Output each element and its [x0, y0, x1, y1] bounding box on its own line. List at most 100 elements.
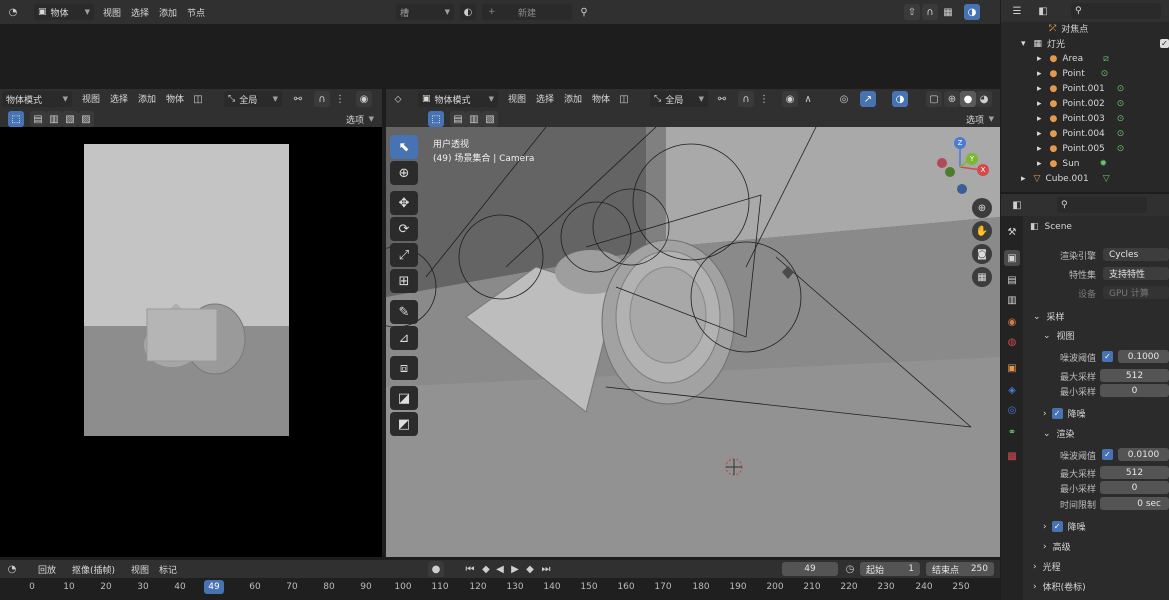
feature-set-dropdown[interactable]: 支持特性 [1103, 267, 1169, 280]
physics-tab-icon[interactable]: ◎ [1004, 402, 1020, 418]
xray-icon[interactable]: ▢ [926, 91, 942, 107]
device-dropdown[interactable]: GPU 计算 [1103, 286, 1169, 299]
shading-wireframe-icon[interactable]: ⊕ [944, 91, 960, 107]
outliner-item-sun[interactable]: ▸ ● Sun ✹ [1003, 156, 1107, 171]
viewport-max-samples-field[interactable]: 512 [1100, 369, 1169, 382]
menu-add[interactable]: 添加 [159, 0, 177, 24]
left-mode-toggle-icon[interactable]: ◫ [190, 91, 206, 107]
render-denoise-checkbox[interactable]: ✓ [1051, 521, 1063, 532]
left-menu-view[interactable]: 视图 [82, 89, 100, 107]
tool-scale[interactable]: ⤢ [390, 243, 418, 267]
light-paths-section[interactable]: › 光程 [1033, 560, 1061, 574]
texture-tab-icon[interactable]: ▩ [1004, 448, 1020, 464]
start-frame-field[interactable]: 起始 1 [860, 562, 920, 576]
outliner-item-point-004[interactable]: ▸ ● Point.004 ⊙ [1003, 126, 1124, 141]
viewport-min-samples-field[interactable]: 0 [1100, 384, 1169, 397]
left-transform-dropdown[interactable]: ⤡ 全局 ▼ [224, 91, 282, 107]
outliner-item-point-001[interactable]: ▸ ● Point.001 ⊙ [1003, 81, 1124, 96]
render-time-limit-field[interactable]: 0 sec [1100, 497, 1169, 510]
viewport-noise-threshold-field[interactable]: 0.1000 [1118, 350, 1169, 363]
render-min-samples-field[interactable]: 0 [1100, 481, 1169, 494]
left-pivot-icon[interactable]: ⚯ [290, 91, 306, 107]
left-menu-select[interactable]: 选择 [110, 89, 128, 107]
main-mode-dropdown[interactable]: ▣ 物体模式 ▼ [418, 91, 498, 107]
main-snap-icon[interactable]: ∩ [738, 91, 754, 107]
tool-shear[interactable]: ◩ [390, 412, 418, 436]
main-select-mode-3-icon[interactable]: ▧ [482, 111, 498, 127]
object-tab-icon[interactable]: ▣ [1004, 360, 1020, 376]
viewport-denoise-row[interactable]: › ✓ 降噪 [1043, 407, 1086, 420]
play-icon[interactable]: ▶ [507, 561, 523, 577]
tool-select[interactable]: ⬉ [390, 135, 418, 159]
left-select-mode-3-icon[interactable]: ▧ [62, 111, 78, 127]
left-mode-dropdown[interactable]: 物体模式 ▼ [2, 91, 72, 107]
jump-end-icon[interactable]: ⏭ [538, 561, 554, 577]
tool-move[interactable]: ✥ [390, 191, 418, 215]
overlays-toggle-icon[interactable]: ◑ [892, 91, 908, 107]
zoom-icon[interactable]: ⊕ [972, 198, 992, 218]
modifier-tab-icon[interactable]: ◈ [1004, 382, 1020, 398]
left-options-dropdown[interactable]: 选项 ▼ [342, 111, 378, 127]
shading-material-icon[interactable]: ◕ [976, 91, 992, 107]
left-menu-add[interactable]: 添加 [138, 89, 156, 107]
left-select-mode-4-icon[interactable]: ▨ [78, 111, 94, 127]
constraints-tab-icon[interactable]: ⚭ [1004, 424, 1020, 440]
tool-transform[interactable]: ⊞ [390, 269, 418, 293]
new-material-button[interactable]: + 新建 [482, 4, 572, 20]
material-browse-icon[interactable]: ◐ [460, 4, 476, 20]
properties-type-icon[interactable]: ◧ [1009, 197, 1025, 213]
main-transform-dropdown[interactable]: ⤡ 全局 ▼ [650, 91, 708, 107]
outliner-item-point-005[interactable]: ▸ ● Point.005 ⊙ [1003, 141, 1124, 156]
render-subsection[interactable]: ⌄ 渲染 [1043, 427, 1075, 441]
parent-node-icon[interactable]: ⇧ [904, 4, 920, 20]
gizmo-z-axis[interactable]: Z [954, 137, 966, 149]
snap-icon[interactable]: ∩ [922, 4, 938, 20]
tool-modify[interactable]: ◪ [390, 386, 418, 410]
outliner-item-point-003[interactable]: ▸ ● Point.003 ⊙ [1003, 111, 1124, 126]
slot-dropdown[interactable]: 槽 ▼ [396, 4, 454, 20]
viewport-noise-threshold-checkbox[interactable]: ✓ [1102, 351, 1113, 362]
outliner-search[interactable]: ⚲ [1071, 3, 1161, 19]
falloff-icon[interactable]: ∧ [800, 91, 816, 107]
menu-node[interactable]: 节点 [187, 0, 205, 24]
outliner-item-area[interactable]: ▸ ● Area ⧄ [1003, 51, 1109, 66]
properties-search[interactable]: ⚲ [1057, 197, 1147, 213]
world-tab-icon[interactable]: ◍ [1004, 334, 1020, 350]
advanced-subsection[interactable]: › 高级 [1043, 540, 1071, 554]
end-frame-field[interactable]: 结束点 250 [926, 562, 994, 576]
ortho-grid-icon[interactable]: ▦ [972, 267, 992, 287]
main-3d-viewport[interactable]: 用户透视 (49) 场景集合 | Camera Z X Y [386, 127, 1000, 557]
current-frame-field[interactable]: 49 [782, 562, 838, 576]
timeline-menu-playback[interactable]: 回放 [38, 560, 56, 578]
view-layer-tab-icon[interactable]: ▥ [1004, 292, 1020, 308]
timeline-menu-marker[interactable]: 标记 [159, 560, 177, 578]
editor-type-icon[interactable]: ◔ [5, 4, 21, 20]
menu-view[interactable]: 视图 [103, 0, 121, 24]
camera-view-icon[interactable]: ◙ [972, 244, 992, 264]
main-menu-object[interactable]: 物体 [592, 89, 610, 107]
gizmo-x-axis[interactable]: X [977, 164, 989, 176]
tool-measure[interactable]: ⊿ [390, 326, 418, 350]
menu-select[interactable]: 选择 [131, 0, 149, 24]
snap-options-icon[interactable]: ▦ [940, 4, 956, 20]
preview-range-icon[interactable]: ◷ [842, 561, 858, 577]
record-icon[interactable]: ● [428, 561, 444, 577]
main-snap-options-icon[interactable]: ⋮ [756, 91, 772, 107]
outliner-item-lights[interactable]: ▾ ▦ 灯光 [1003, 36, 1065, 51]
timeline-type-icon[interactable]: ◔ [4, 561, 20, 577]
scene-tab-icon[interactable]: ◉ [1004, 314, 1020, 330]
lights-visible-checkbox[interactable]: ✓ [1160, 39, 1169, 48]
main-select-mode-2-icon[interactable]: ▥ [466, 111, 482, 127]
jump-start-icon[interactable]: ⏮ [462, 561, 478, 577]
render-max-samples-field[interactable]: 512 [1100, 466, 1169, 479]
timeline-menu-view[interactable]: 视图 [131, 560, 149, 578]
tool-cursor[interactable]: ⊕ [390, 161, 418, 185]
pan-hand-icon[interactable]: ✋ [972, 221, 992, 241]
left-select-mode-1-icon[interactable]: ▤ [30, 111, 46, 127]
navigation-gizmo[interactable]: Z X Y [930, 137, 992, 199]
outliner-display-icon[interactable]: ◧ [1035, 3, 1051, 19]
main-menu-view[interactable]: 视图 [508, 89, 526, 107]
gizmo-y-axis[interactable]: Y [966, 153, 978, 165]
play-reverse-icon[interactable]: ◀ [492, 561, 508, 577]
main-pivot-icon[interactable]: ⚯ [714, 91, 730, 107]
